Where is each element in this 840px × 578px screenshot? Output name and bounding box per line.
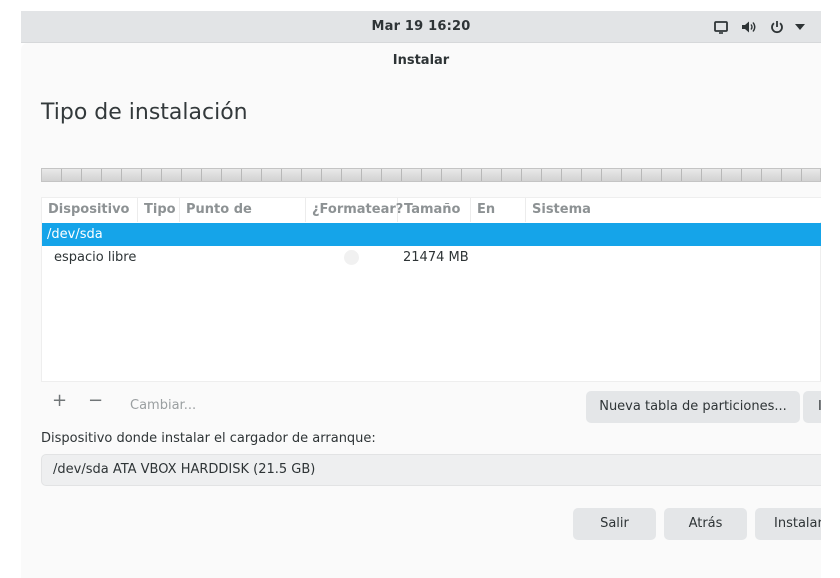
top-panel: Mar 19 16:20 — [21, 11, 821, 43]
installer-window: Instalar Tipo de instalación Dispositivo… — [21, 43, 821, 578]
quit-button[interactable]: Salir — [573, 508, 656, 540]
window-icon[interactable] — [712, 18, 730, 36]
new-partition-table-button[interactable]: Nueva tabla de particiones... — [586, 391, 800, 423]
desktop-edge — [0, 0, 21, 578]
column-header-device[interactable]: Dispositivo — [42, 198, 138, 222]
clock[interactable]: Mar 19 16:20 — [21, 19, 821, 34]
dropdown-arrow-icon[interactable] — [793, 18, 807, 36]
column-header-mount[interactable]: Punto de montaje — [180, 198, 306, 241]
bootloader-device-select[interactable]: /dev/sda ATA VBOX HARDDISK (21.5 GB) — [41, 454, 821, 486]
window-title: Instalar — [392, 53, 450, 68]
desktop-edge-right — [821, 11, 840, 578]
table-row-device[interactable]: /dev/sda — [42, 223, 821, 246]
format-checkbox[interactable] — [344, 250, 359, 265]
column-header-system[interactable]: Sistema — [526, 198, 821, 222]
table-row[interactable]: espacio libre 21474 MB — [42, 246, 821, 269]
partition-device: espacio libre — [54, 250, 137, 265]
change-partition-button[interactable]: Cambiar... — [130, 398, 196, 413]
remove-partition-button[interactable]: − — [88, 390, 103, 412]
power-icon[interactable] — [768, 18, 786, 36]
volume-icon[interactable] — [740, 18, 758, 36]
partition-table[interactable]: Dispositivo Tipo Punto de montaje ¿Forma… — [41, 197, 821, 382]
back-button[interactable]: Atrás — [664, 508, 747, 540]
bootloader-label: Dispositivo donde instalar el cargador d… — [41, 431, 376, 446]
partition-bar — [41, 168, 821, 182]
table-header: Dispositivo Tipo Punto de montaje ¿Forma… — [42, 198, 821, 241]
column-header-type[interactable]: Tipo — [138, 198, 180, 222]
partition-bar-ticks — [42, 169, 820, 181]
install-button[interactable]: Instalar — [755, 508, 821, 540]
revert-button[interactable]: I — [803, 391, 821, 423]
add-partition-button[interactable]: + — [52, 390, 67, 412]
column-header-size[interactable]: Tamaño — [398, 198, 471, 222]
page-title: Tipo de instalación — [41, 100, 248, 125]
device-name: /dev/sda — [47, 227, 103, 242]
partition-size: 21474 MB — [403, 250, 469, 265]
column-header-format[interactable]: ¿Formatear? — [306, 198, 403, 222]
column-header-used[interactable]: En uso — [471, 198, 526, 241]
